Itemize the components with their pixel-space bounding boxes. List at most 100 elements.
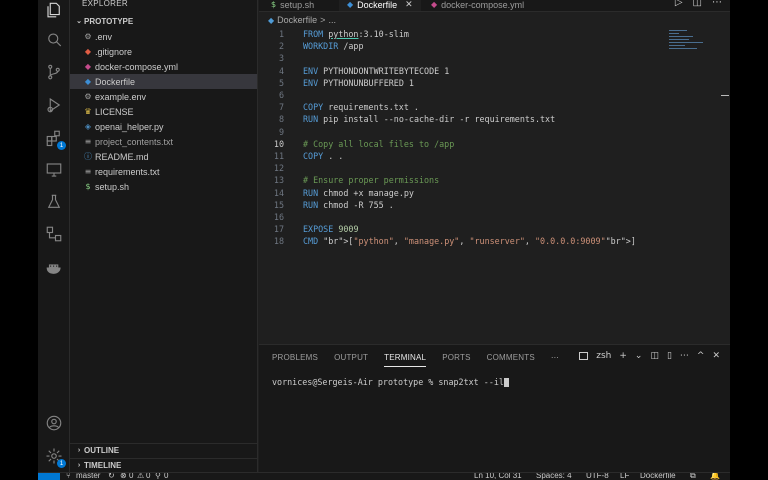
extensions-icon[interactable]: 1 bbox=[44, 128, 66, 150]
terminal-shell-icon bbox=[579, 352, 589, 360]
code-line[interactable]: 14 RUN chmod +x manage.py bbox=[259, 187, 730, 199]
breadcrumb-file[interactable]: Dockerfile bbox=[277, 15, 317, 25]
code-text: FROM python:3.10-slim bbox=[303, 29, 409, 39]
minimap[interactable] bbox=[669, 30, 709, 60]
split-editor-icon[interactable]: ◫ bbox=[693, 0, 702, 8]
remote-explorer-icon[interactable] bbox=[44, 160, 64, 180]
file-item[interactable]: ≡ requirements.txt bbox=[70, 164, 257, 179]
outline-section[interactable]: › OUTLINE bbox=[70, 443, 257, 457]
file-item[interactable]: $ setup.sh bbox=[70, 179, 257, 194]
file-item[interactable]: ◆ docker-compose.yml bbox=[70, 59, 257, 74]
explorer-icon[interactable] bbox=[44, 0, 64, 20]
panel-more-icon[interactable]: ⋯ bbox=[551, 353, 559, 367]
panel-more-actions-icon[interactable]: ⋯ bbox=[680, 351, 689, 361]
line-number: 14 bbox=[273, 187, 284, 198]
line-number: 17 bbox=[273, 224, 284, 235]
code-line[interactable]: 11 COPY . . bbox=[259, 150, 730, 162]
run-debug-icon[interactable] bbox=[44, 95, 64, 115]
maximize-panel-icon[interactable]: ^ bbox=[697, 351, 705, 361]
tab-setup-sh[interactable]: $ setup.sh bbox=[263, 0, 322, 11]
more-actions-icon[interactable]: ⋯ bbox=[712, 0, 722, 8]
code-line[interactable]: 13 # Ensure proper permissions bbox=[259, 174, 730, 186]
code-line[interactable]: 4 ENV PYTHONDONTWRITEBYTECODE 1 bbox=[259, 65, 730, 77]
project-folder-header[interactable]: ⌄ PROTOTYPE bbox=[70, 14, 257, 28]
file-name: .gitignore bbox=[95, 46, 133, 57]
line-number: 3 bbox=[278, 53, 284, 64]
close-panel-icon[interactable]: ✕ bbox=[712, 351, 720, 361]
code-line[interactable]: 10 # Copy all local files to /app bbox=[259, 138, 730, 150]
breadcrumb-separator: > bbox=[320, 15, 326, 25]
code-line[interactable]: 18 CMD "br">["python", "manage.py", "runs… bbox=[259, 235, 730, 247]
terminal-shell-label[interactable]: zsh bbox=[596, 351, 611, 361]
code-line[interactable]: 9 bbox=[259, 126, 730, 138]
file-item[interactable]: ⓘ README.md bbox=[70, 149, 257, 164]
cursor-position[interactable]: Ln 10, Col 31 bbox=[474, 473, 522, 480]
file-item[interactable]: ◆ .gitignore bbox=[70, 44, 257, 59]
code-text: RUN chmod -R 755 . bbox=[303, 199, 394, 210]
copilot-icon[interactable]: ⧉ bbox=[690, 473, 696, 480]
tab-output[interactable]: OUTPUT bbox=[334, 353, 368, 367]
file-item[interactable]: ⚙ .env bbox=[70, 29, 257, 44]
terminal-dropdown-icon[interactable]: ⌄ bbox=[635, 351, 643, 361]
encoding[interactable]: UTF-8 bbox=[586, 473, 609, 480]
tab-docker-compose[interactable]: ◆ docker-compose.yml bbox=[423, 0, 532, 11]
code-line[interactable]: 2 WORKDIR /app bbox=[259, 40, 730, 52]
code-line[interactable]: 1 FROM python:3.10-slim bbox=[259, 28, 730, 40]
panel-tabs: PROBLEMS OUTPUT TERMINAL PORTS COMMENTS … bbox=[272, 353, 575, 367]
code-line[interactable]: 3 bbox=[259, 52, 730, 64]
run-icon[interactable]: ▷ bbox=[675, 0, 683, 8]
testing-icon[interactable] bbox=[44, 192, 64, 212]
code-line[interactable]: 12 bbox=[259, 162, 730, 174]
sync-icon[interactable]: ↻ bbox=[108, 473, 115, 480]
notifications-bell-icon[interactable]: 🔔 bbox=[710, 473, 720, 480]
code-line[interactable]: 6 bbox=[259, 89, 730, 101]
shell-file-icon: $ bbox=[271, 0, 277, 9]
docker-icon[interactable] bbox=[44, 258, 64, 278]
git-branch[interactable]: master bbox=[76, 473, 100, 480]
code-text: ENV PYTHONUNBUFFERED 1 bbox=[303, 77, 414, 88]
tab-dockerfile[interactable]: ◆ Dockerfile ✕ bbox=[339, 0, 421, 11]
kill-terminal-icon[interactable]: ▯ bbox=[667, 351, 672, 361]
warning-count[interactable]: 0 bbox=[146, 473, 150, 480]
code-editor[interactable]: 1 FROM python:3.10-slim 2 WORKDIR /app 3 4 ENV… bbox=[259, 28, 730, 342]
code-line[interactable]: 17 EXPOSE 9009 bbox=[259, 223, 730, 235]
line-number: 5 bbox=[278, 77, 284, 88]
file-item[interactable]: ◈ openai_helper.py bbox=[70, 119, 257, 134]
code-line[interactable]: 16 bbox=[259, 211, 730, 223]
file-item[interactable]: ⚙ example.env bbox=[70, 89, 257, 104]
account-icon[interactable] bbox=[44, 413, 64, 433]
tab-comments[interactable]: COMMENTS bbox=[487, 353, 535, 367]
code-line[interactable]: 15 RUN chmod -R 755 . bbox=[259, 199, 730, 211]
file-item[interactable]: ◆ Dockerfile bbox=[70, 74, 257, 89]
line-number: 18 bbox=[273, 236, 284, 247]
code-line[interactable]: 5 ENV PYTHONUNBUFFERED 1 bbox=[259, 77, 730, 89]
remote-indicator[interactable] bbox=[38, 473, 60, 480]
file-item[interactable]: ≡ project_contents.txt bbox=[70, 134, 257, 149]
line-ending[interactable]: LF bbox=[620, 473, 629, 480]
file-type-icon: ≡ bbox=[84, 167, 92, 176]
code-text: RUN pip install --no-cache-dir -r requir… bbox=[303, 114, 556, 125]
panel-actions: zsh + ⌄ ◫ ▯ ⋯ ^ ✕ bbox=[579, 351, 720, 361]
file-name: Dockerfile bbox=[95, 76, 136, 87]
timeline-section[interactable]: › TIMELINE bbox=[70, 458, 257, 472]
close-tab-icon[interactable]: ✕ bbox=[405, 0, 413, 10]
tab-terminal[interactable]: TERMINAL bbox=[384, 353, 427, 367]
terminal-output[interactable]: vornices@Sergeis-Air prototype % snap2tx… bbox=[272, 377, 509, 387]
split-terminal-icon[interactable]: ◫ bbox=[650, 351, 659, 361]
breadcrumb-symbol[interactable]: ... bbox=[328, 15, 336, 25]
language-mode[interactable]: Dockerfile bbox=[640, 473, 676, 480]
tab-ports[interactable]: PORTS bbox=[442, 353, 470, 367]
ports-count[interactable]: 0 bbox=[164, 473, 168, 480]
settings-gear-icon[interactable]: 1 bbox=[44, 446, 66, 468]
source-control-icon[interactable] bbox=[44, 62, 64, 82]
tab-problems[interactable]: PROBLEMS bbox=[272, 353, 318, 367]
new-terminal-icon[interactable]: + bbox=[619, 351, 627, 361]
workflow-icon[interactable] bbox=[44, 224, 64, 244]
search-icon[interactable] bbox=[44, 30, 64, 50]
scrollbar-cursor-marker bbox=[721, 95, 729, 96]
code-line[interactable]: 7 COPY requirements.txt . bbox=[259, 101, 730, 113]
file-item[interactable]: ♛ LICENSE bbox=[70, 104, 257, 119]
code-line[interactable]: 8 RUN pip install --no-cache-dir -r requi… bbox=[259, 113, 730, 125]
error-count[interactable]: 0 bbox=[129, 473, 133, 480]
indentation[interactable]: Spaces: 4 bbox=[536, 473, 572, 480]
